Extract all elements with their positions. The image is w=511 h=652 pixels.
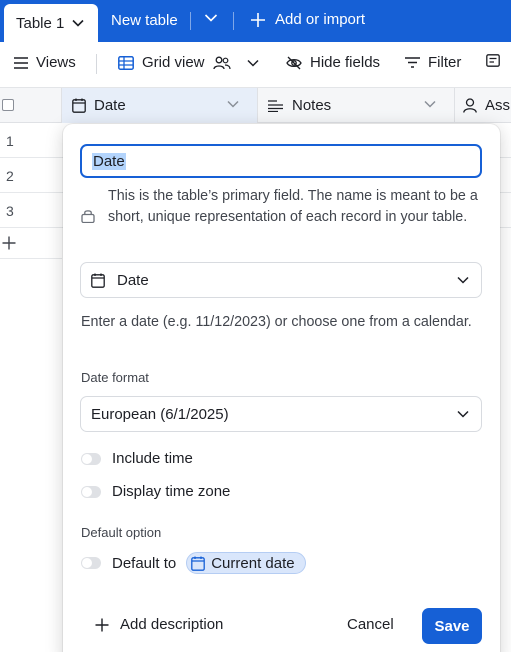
chevron-down-icon[interactable] (227, 100, 239, 108)
field-type-select[interactable]: Date (80, 262, 482, 298)
date-format-value: European (6/1/2025) (91, 405, 229, 423)
column-header-assignee[interactable]: Assi (455, 88, 511, 123)
field-name-input[interactable]: Date (80, 144, 482, 178)
primary-field-text: This is the table’s primary field. The n… (108, 188, 478, 225)
tab-divider (190, 12, 191, 30)
select-all-checkbox[interactable] (2, 99, 14, 111)
default-to-option[interactable]: Default to Current date (81, 552, 306, 574)
lock-icon (81, 210, 95, 223)
toolbar-divider (96, 54, 97, 74)
tab-new-table[interactable]: New table (111, 12, 178, 29)
grid-view-label: Grid view (142, 54, 205, 71)
current-date-chip[interactable]: Current date (186, 552, 306, 574)
tab-table-1[interactable]: Table 1 (4, 4, 98, 42)
views-button[interactable]: Views (14, 54, 76, 71)
field-type-value: Date (117, 271, 149, 289)
include-time-toggle[interactable] (81, 452, 101, 465)
cancel-button[interactable]: Cancel (347, 616, 394, 633)
chevron-down-icon[interactable] (246, 59, 259, 67)
column-header-date[interactable]: Date (62, 88, 258, 123)
filter-icon (405, 57, 420, 68)
chevron-down-icon (457, 276, 469, 284)
default-option-label: Default option (81, 525, 162, 540)
filter-label: Filter (428, 54, 462, 71)
views-label: Views (36, 54, 76, 71)
chevron-down-icon[interactable] (424, 100, 436, 108)
plus-icon (2, 236, 16, 250)
text-lines-icon (268, 99, 283, 112)
plus-icon (95, 618, 109, 631)
display-timezone-toggle[interactable] (81, 485, 101, 498)
column-label: Notes (292, 97, 332, 114)
grid-header: Date Notes Assi (0, 88, 511, 123)
popover-footer: Add description Cancel Save (63, 608, 500, 644)
add-row-button[interactable] (0, 227, 62, 259)
hide-fields-label: Hide fields (310, 54, 381, 71)
include-time-label: Include time (112, 450, 193, 467)
column-header-notes[interactable]: Notes (258, 88, 455, 123)
field-name-value: Date (92, 152, 126, 170)
hide-fields-button[interactable]: Hide fields (286, 54, 380, 71)
date-format-label: Date format (81, 370, 149, 385)
add-or-import-label: Add or import (275, 11, 366, 28)
display-timezone-option[interactable]: Display time zone (81, 483, 230, 500)
default-to-toggle[interactable] (81, 557, 101, 569)
group-icon (486, 54, 500, 67)
chevron-down-icon[interactable] (204, 13, 218, 23)
view-toolbar: Views Grid view Hide fields Filter (0, 42, 511, 88)
table-tab-bar: Table 1 New table Add or import (0, 0, 511, 42)
filter-button[interactable]: Filter (405, 54, 461, 71)
tab-label: Table 1 (16, 14, 65, 32)
grid-icon (118, 55, 134, 70)
people-icon (212, 56, 231, 69)
add-or-import-button[interactable]: Add or import (250, 11, 365, 28)
column-label: Date (94, 97, 126, 114)
group-button[interactable] (486, 54, 508, 67)
chevron-down-icon (457, 410, 469, 418)
row-number: 1 (6, 133, 14, 149)
add-description-button[interactable]: Add description (95, 616, 223, 633)
date-format-select[interactable]: European (6/1/2025) (80, 396, 482, 432)
column-label: Assi (485, 97, 511, 114)
row-number: 3 (6, 203, 14, 219)
plus-icon (251, 12, 265, 27)
person-icon (463, 98, 477, 113)
tab-divider (233, 12, 234, 30)
include-time-option[interactable]: Include time (81, 450, 193, 467)
calendar-icon (91, 273, 105, 288)
field-config-popover: Date This is the table’s primary field. … (63, 124, 500, 652)
grid-view-button[interactable]: Grid view (118, 54, 267, 71)
chevron-down-icon[interactable] (72, 19, 84, 27)
calendar-icon (191, 556, 206, 571)
add-description-label: Add description (120, 616, 224, 633)
eye-off-icon (286, 56, 302, 69)
select-all-cell (0, 88, 62, 123)
field-type-description: Enter a date (e.g. 11/12/2023) or choose… (81, 314, 472, 330)
current-date-label: Current date (211, 554, 295, 572)
display-timezone-label: Display time zone (112, 483, 231, 500)
menu-icon (14, 56, 28, 69)
calendar-icon (72, 98, 86, 113)
default-to-label: Default to (112, 554, 177, 572)
row-number: 2 (6, 168, 14, 184)
save-button[interactable]: Save (422, 608, 482, 644)
